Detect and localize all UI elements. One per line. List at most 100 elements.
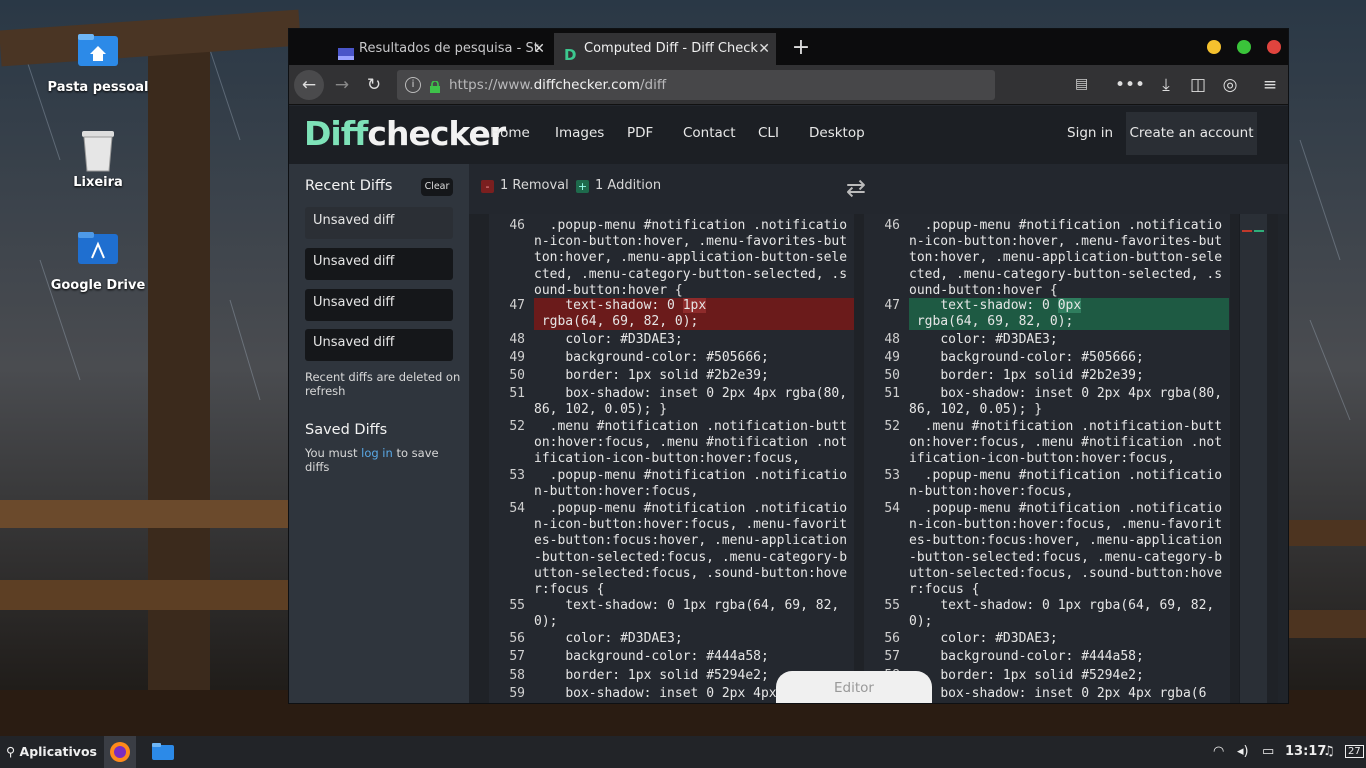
line-number: 55 <box>509 598 525 613</box>
minimize-button[interactable] <box>1207 40 1221 54</box>
line-number: 55 <box>884 598 900 613</box>
nav-contact[interactable]: Contact <box>683 106 736 161</box>
google-drive-folder-icon <box>76 228 120 272</box>
recent-diffs-note: Recent diffs are deleted on refresh <box>305 370 461 398</box>
close-tab-icon[interactable]: ✕ <box>758 33 770 65</box>
line-number: 49 <box>509 350 525 365</box>
line-number: 57 <box>884 649 900 664</box>
sidebar-toggle-icon[interactable]: ◫ <box>1183 70 1213 100</box>
line-code: color: #D3DAE3; <box>534 332 683 347</box>
line-code: .popup-menu #notification .notification-… <box>909 218 1223 298</box>
line-code: border: 1px solid #2b2e39; <box>534 368 769 383</box>
volume-icon[interactable]: ◂) <box>1237 736 1249 768</box>
nav-home[interactable]: Home <box>490 106 530 161</box>
extension-icon[interactable]: ◎ <box>1215 70 1245 100</box>
page-actions-icon[interactable]: ••• <box>1115 70 1145 100</box>
close-tab-icon[interactable]: ✕ <box>533 33 545 65</box>
secure-lock-icon[interactable] <box>429 78 441 93</box>
hamburger-menu-icon[interactable]: ≡ <box>1255 70 1285 100</box>
minimap-removal-marker <box>1242 230 1252 232</box>
swap-sides-icon[interactable]: ⇄ <box>841 174 871 204</box>
right-diff-pane[interactable]: 46 .popup-menu #notification .notificati… <box>864 214 1230 703</box>
recent-diff-item[interactable]: Unsaved diff <box>305 289 453 321</box>
line-code: color: #D3DAE3; <box>909 332 1058 347</box>
url-bar[interactable]: i https://www.diffchecker.com/diff ▤ <box>397 70 1088 100</box>
new-tab-button[interactable]: + <box>785 33 817 65</box>
line-number: 56 <box>509 631 525 646</box>
removal-chip: - <box>481 180 494 193</box>
line-code: background-color: #505666; <box>534 350 769 365</box>
maximize-button[interactable] <box>1237 40 1251 54</box>
line-number: 52 <box>509 419 525 434</box>
changed-token: 0px <box>1057 298 1082 313</box>
create-account-button[interactable]: Create an account <box>1126 112 1257 155</box>
editor-toggle[interactable]: Editor <box>776 671 932 703</box>
nav-images[interactable]: Images <box>555 106 604 161</box>
sidebar: Recent Diffs Clear Unsaved diff Unsaved … <box>289 164 469 703</box>
recent-diff-item[interactable]: Unsaved diff <box>305 207 453 239</box>
clock[interactable]: 13:17 <box>1285 736 1326 768</box>
line-number: 54 <box>509 501 525 516</box>
tab-search-results[interactable]: Resultados de pesquisa - St ✕ <box>329 33 551 65</box>
line-code: color: #D3DAE3; <box>534 631 683 646</box>
line-number: 47 <box>509 298 525 313</box>
trash-icon <box>76 125 120 172</box>
line-code: border: 1px solid #5294e2; <box>940 668 1144 683</box>
page-scrollbar[interactable] <box>1278 214 1288 703</box>
diffchecker-logo[interactable]: Diffchecker <box>304 114 506 153</box>
line-code: box-shadow: inset 0 2px 4px rgba(80, 86,… <box>534 386 848 418</box>
desktop-icon-label: Google Drive <box>50 278 146 293</box>
nav-cli[interactable]: CLI <box>758 106 779 161</box>
tab-diffchecker[interactable]: D Computed Diff - Diff Check ✕ <box>554 33 776 65</box>
line-number: 53 <box>509 468 525 483</box>
nav-desktop[interactable]: Desktop <box>809 106 865 161</box>
line-number: 51 <box>509 386 525 401</box>
page-info-icon[interactable]: i <box>405 77 421 93</box>
file-manager-taskbar-icon[interactable] <box>150 736 176 768</box>
line-code: .popup-menu #notification .notification-… <box>534 501 848 598</box>
line-code: background-color: #505666; <box>909 350 1144 365</box>
notification-bell-icon[interactable]: ♫ <box>1323 736 1335 768</box>
line-number: 50 <box>884 368 900 383</box>
recent-diff-item[interactable]: Unsaved diff <box>305 248 453 280</box>
diff-minimap[interactable] <box>1239 214 1267 703</box>
nav-pdf[interactable]: PDF <box>627 106 653 161</box>
desktop-icon-label: Lixeira <box>73 175 123 190</box>
recent-diff-item[interactable]: Unsaved diff <box>305 329 453 361</box>
line-code: background-color: #444a58; <box>909 649 1144 664</box>
desktop-icon-google-drive[interactable]: Google Drive <box>43 228 153 293</box>
tab-bar: Resultados de pesquisa - St ✕ D Computed… <box>289 29 1288 65</box>
reload-button[interactable]: ↻ <box>359 70 389 100</box>
minimap-addition-marker <box>1254 230 1264 232</box>
line-code: text-shadow: 0 1px rgba(64, 69, 82, 0); <box>909 598 1223 630</box>
downloads-icon[interactable]: ⤓ <box>1151 70 1181 100</box>
back-button[interactable]: ← <box>294 70 324 100</box>
svg-text:D: D <box>564 47 576 61</box>
log-in-link[interactable]: log in <box>361 446 393 460</box>
line-code: text-shadow: 0 0px rgba(64, 69, 82, 0); <box>909 298 1229 331</box>
diffchecker-page: Diffchecker Home Images PDF Contact CLI … <box>289 106 1288 703</box>
reader-view-icon[interactable]: ▤ <box>1075 76 1088 92</box>
line-number: 49 <box>884 350 900 365</box>
desktop-icon-trash[interactable]: Lixeira <box>43 125 153 190</box>
sign-in-link[interactable]: Sign in <box>1067 106 1113 161</box>
line-code: box-shadow: inset 0 2px 4px rgba(80, 86,… <box>909 386 1230 418</box>
line-number: 57 <box>509 649 525 664</box>
url-text: https://www.diffchecker.com/diff <box>449 77 667 93</box>
line-number: 53 <box>884 468 900 483</box>
calendar-icon[interactable]: 27 <box>1345 736 1364 768</box>
battery-icon[interactable]: ▭ <box>1262 736 1274 768</box>
firefox-taskbar-icon[interactable] <box>104 736 136 768</box>
clear-button[interactable]: Clear <box>421 178 453 196</box>
applications-menu[interactable]: ⚲ Aplicativos <box>6 736 97 768</box>
diffchecker-favicon: D <box>563 42 579 64</box>
left-diff-pane[interactable]: 46 .popup-menu #notification .notificati… <box>489 214 854 703</box>
forward-button[interactable]: → <box>327 70 357 100</box>
line-code: .menu #notification .notification-button… <box>534 419 848 467</box>
saved-diffs-note: You must log in to save diffs <box>305 446 439 474</box>
close-window-button[interactable] <box>1267 40 1281 54</box>
line-code: .popup-menu #notification .notification-… <box>534 468 848 500</box>
desktop-icon-home-folder[interactable]: Pasta pessoal <box>43 30 153 95</box>
line-number: 56 <box>884 631 900 646</box>
wifi-icon[interactable]: ◠ <box>1213 736 1224 768</box>
